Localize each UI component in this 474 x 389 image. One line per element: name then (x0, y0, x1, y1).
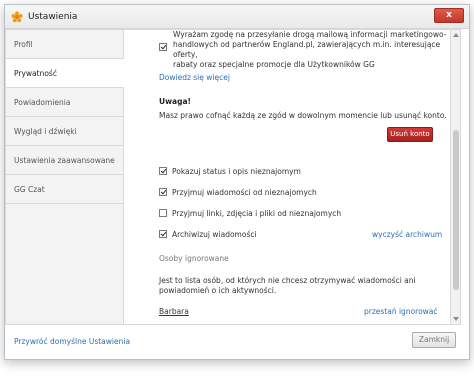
accept-files-checkbox[interactable] (159, 209, 167, 217)
warning-title: Uwaga! (159, 97, 191, 106)
title-bar: Ustawienia x (5, 5, 469, 29)
marketing-consent-text: Wyrażam zgodę na przesyłanie drogą mailo… (173, 30, 447, 69)
accept-messages-checkbox[interactable] (159, 188, 167, 196)
scroll-thumb[interactable] (453, 130, 459, 290)
close-icon: x (446, 10, 452, 20)
window-close-button[interactable]: x (434, 8, 464, 23)
scroll-up-arrow-icon[interactable] (453, 33, 459, 37)
sidebar-item-powiadomienia[interactable]: Powiadomienia (6, 88, 123, 117)
privacy-settings-panel: Wyrażam zgodę na przesyłanie drogą mailo… (124, 29, 450, 325)
accept-messages-label: Przyjmuj wiadomości od nieznajomych (172, 188, 317, 197)
delete-account-button[interactable]: Usuń konto (387, 127, 433, 142)
gg-flower-icon (11, 11, 23, 23)
settings-sidebar: Profil Prywatność Powiadomienia Wygląd i… (5, 29, 124, 325)
learn-more-link[interactable]: Dowiedz się więcej (159, 73, 230, 82)
sidebar-item-profil[interactable]: Profil (6, 30, 123, 59)
close-button[interactable]: Zamknij (412, 332, 456, 348)
content-scrollbar[interactable] (450, 29, 461, 325)
show-status-label: Pokazuj status i opis nieznajomym (172, 167, 301, 176)
archive-messages-label: Archiwizuj wiadomości (172, 230, 257, 239)
sidebar-item-prywatnosc[interactable]: Prywatność (6, 59, 124, 88)
marketing-consent-checkbox[interactable] (159, 43, 167, 51)
ignored-user-name[interactable]: Barbara (159, 307, 189, 316)
clear-archive-link[interactable]: wyczyść archiwum (372, 230, 442, 239)
ignored-description: Jest to lista osób, od których nie chces… (159, 276, 416, 295)
show-status-checkbox[interactable] (159, 167, 167, 175)
warning-text: Masz prawo cofnąć każdą ze zgód w dowoln… (159, 111, 447, 120)
ignored-heading: Osoby ignorowane (159, 254, 229, 263)
stop-ignoring-link[interactable]: przestań ignorować (364, 307, 438, 316)
scroll-down-arrow-icon[interactable] (453, 317, 459, 321)
archive-messages-checkbox[interactable] (159, 230, 167, 238)
restore-defaults-link[interactable]: Przywróć domyślne Ustawienia (14, 337, 130, 346)
sidebar-item-wyglad[interactable]: Wygląd i dźwięki (6, 117, 123, 146)
window-title: Ustawienia (28, 12, 78, 22)
sidebar-item-zaawansowane[interactable]: Ustawienia zaawansowane (6, 146, 123, 175)
accept-files-label: Przyjmuj linki, zdjęcia i pliki od niezn… (172, 209, 342, 218)
sidebar-item-gg-czat[interactable]: GG Czat (6, 175, 123, 204)
